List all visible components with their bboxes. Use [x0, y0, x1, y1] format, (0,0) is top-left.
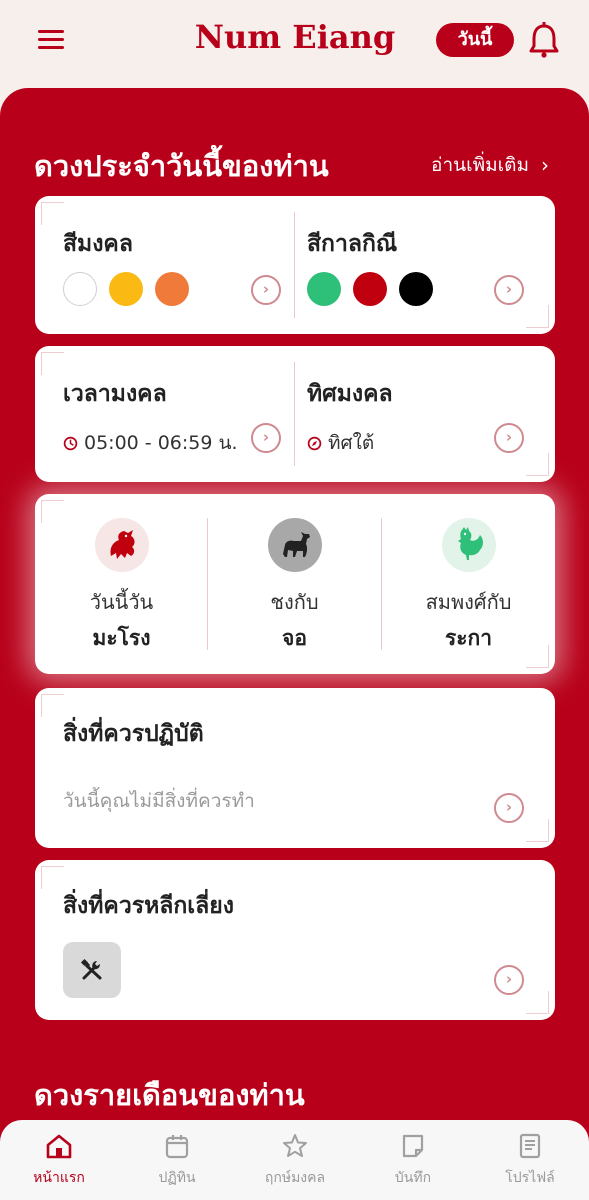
dragon-icon [95, 518, 149, 572]
lucky-time-info: 05:00 - 06:59 น. [63, 428, 238, 458]
dog-icon [268, 518, 322, 572]
colors-card: สีมงคล › สีกาลกิณี › [35, 196, 555, 334]
lucky-time-arrow-button[interactable]: › [251, 423, 281, 453]
zodiac-clash-label: ชงกับ [270, 590, 319, 614]
color-swatch [399, 272, 433, 306]
lucky-colors-label: สีมงคล [63, 231, 133, 257]
zodiac-harmony-label: สมพงศ์กับ [425, 590, 512, 614]
rooster-icon [442, 518, 496, 572]
monthly-section-title: ดวงรายเดือนของท่าน [34, 1078, 305, 1112]
tools-icon [80, 958, 102, 980]
unlucky-colors-section: สีกาลกิณี › [295, 196, 555, 334]
app-title: Num Eiang [194, 18, 396, 56]
clock-icon [63, 436, 78, 450]
read-more-link[interactable]: อ่านเพิ่มเติม › [431, 150, 549, 180]
dos-arrow-button[interactable]: › [494, 793, 524, 823]
lucky-direction-info: ทิศใต้ [307, 428, 374, 458]
time-direction-card: เวลามงคล 05:00 - 06:59 น. › ทิศมงคล ทิศใ… [35, 346, 555, 482]
nav-home[interactable]: หน้าแรก [0, 1132, 118, 1189]
zodiac-harmony-value: ระกา [444, 626, 493, 650]
unlucky-colors-label: สีกาลกิณี [307, 231, 398, 257]
bell-icon[interactable] [527, 22, 561, 60]
donts-arrow-button[interactable]: › [494, 965, 524, 995]
dos-card: สิ่งที่ควรปฏิบัติ วันนี้คุณไม่มีสิ่งที่ค… [35, 688, 555, 848]
nav-notes[interactable]: บันทึก [354, 1132, 472, 1189]
zodiac-clash-value: จอ [282, 626, 307, 650]
calendar-icon [165, 1135, 189, 1159]
menu-icon[interactable] [38, 28, 64, 52]
lucky-time-label: เวลามงคล [63, 381, 167, 407]
read-more-label: อ่านเพิ่มเติม [431, 154, 529, 176]
color-swatch [307, 272, 341, 306]
nav-calendar-label: ปฏิทิน [158, 1170, 196, 1186]
unlucky-colors-arrow-button[interactable]: › [494, 275, 524, 305]
color-swatch [353, 272, 387, 306]
chevron-right-icon: › [541, 153, 549, 177]
lucky-direction-value: ทิศใต้ [328, 432, 375, 454]
lucky-time-section: เวลามงคล 05:00 - 06:59 น. › [35, 346, 295, 482]
note-icon [402, 1134, 424, 1158]
nav-profile[interactable]: โปรไฟล์ [471, 1132, 589, 1189]
daily-section-title: ดวงประจำวันนี้ของท่าน [34, 149, 329, 183]
donts-card: สิ่งที่ควรหลีกเลี่ยง › [35, 860, 555, 1020]
nav-calendar[interactable]: ปฏิทิน [118, 1132, 236, 1189]
unlucky-colors-list [307, 272, 433, 306]
lucky-direction-section: ทิศมงคล ทิศใต้ › [295, 346, 555, 482]
color-swatch [109, 272, 143, 306]
color-swatch [155, 272, 189, 306]
today-zodiac: วันนี้วัน มะโรง [35, 494, 208, 674]
clash-zodiac: ชงกับ จอ [208, 494, 381, 674]
lucky-colors-section: สีมงคล › [35, 196, 295, 334]
nav-auspicious[interactable]: ฤกษ์มงคล [236, 1132, 354, 1189]
star-icon [283, 1134, 307, 1157]
lucky-direction-arrow-button[interactable]: › [494, 423, 524, 453]
today-button[interactable]: วันนี้ [436, 23, 514, 57]
harmony-zodiac: สมพงศ์กับ ระกา [382, 494, 555, 674]
lucky-colors-arrow-button[interactable]: › [251, 275, 281, 305]
nav-home-label: หน้าแรก [33, 1170, 85, 1186]
dos-title: สิ่งที่ควรปฏิบัติ [63, 721, 204, 747]
top-bar: Num Eiang วันนี้ [0, 0, 589, 82]
lucky-colors-list [63, 272, 189, 306]
home-icon [46, 1134, 72, 1159]
lucky-time-value: 05:00 - 06:59 น. [84, 432, 238, 454]
nav-auspicious-label: ฤกษ์มงคล [264, 1170, 326, 1186]
lucky-direction-label: ทิศมงคล [307, 381, 393, 407]
nav-notes-label: บันทึก [394, 1170, 432, 1186]
zodiac-card: วันนี้วัน มะโรง ชงกับ จอ สมพงศ์กับ ระกา [35, 494, 555, 674]
donts-title: สิ่งที่ควรหลีกเลี่ยง [63, 893, 234, 919]
book-icon [519, 1133, 541, 1159]
color-swatch [63, 272, 97, 306]
zodiac-today-label: วันนี้วัน [89, 590, 154, 614]
zodiac-today-value: มะโรง [92, 626, 151, 650]
activity-item[interactable] [63, 942, 121, 998]
bottom-nav: หน้าแรก ปฏิทิน ฤกษ์มงคล บันทึก โปรไฟล์ [0, 1120, 589, 1200]
nav-profile-label: โปรไฟล์ [505, 1170, 555, 1186]
dos-empty-text: วันนี้คุณไม่มีสิ่งที่ควรทำ [63, 790, 255, 812]
compass-icon [307, 436, 322, 450]
